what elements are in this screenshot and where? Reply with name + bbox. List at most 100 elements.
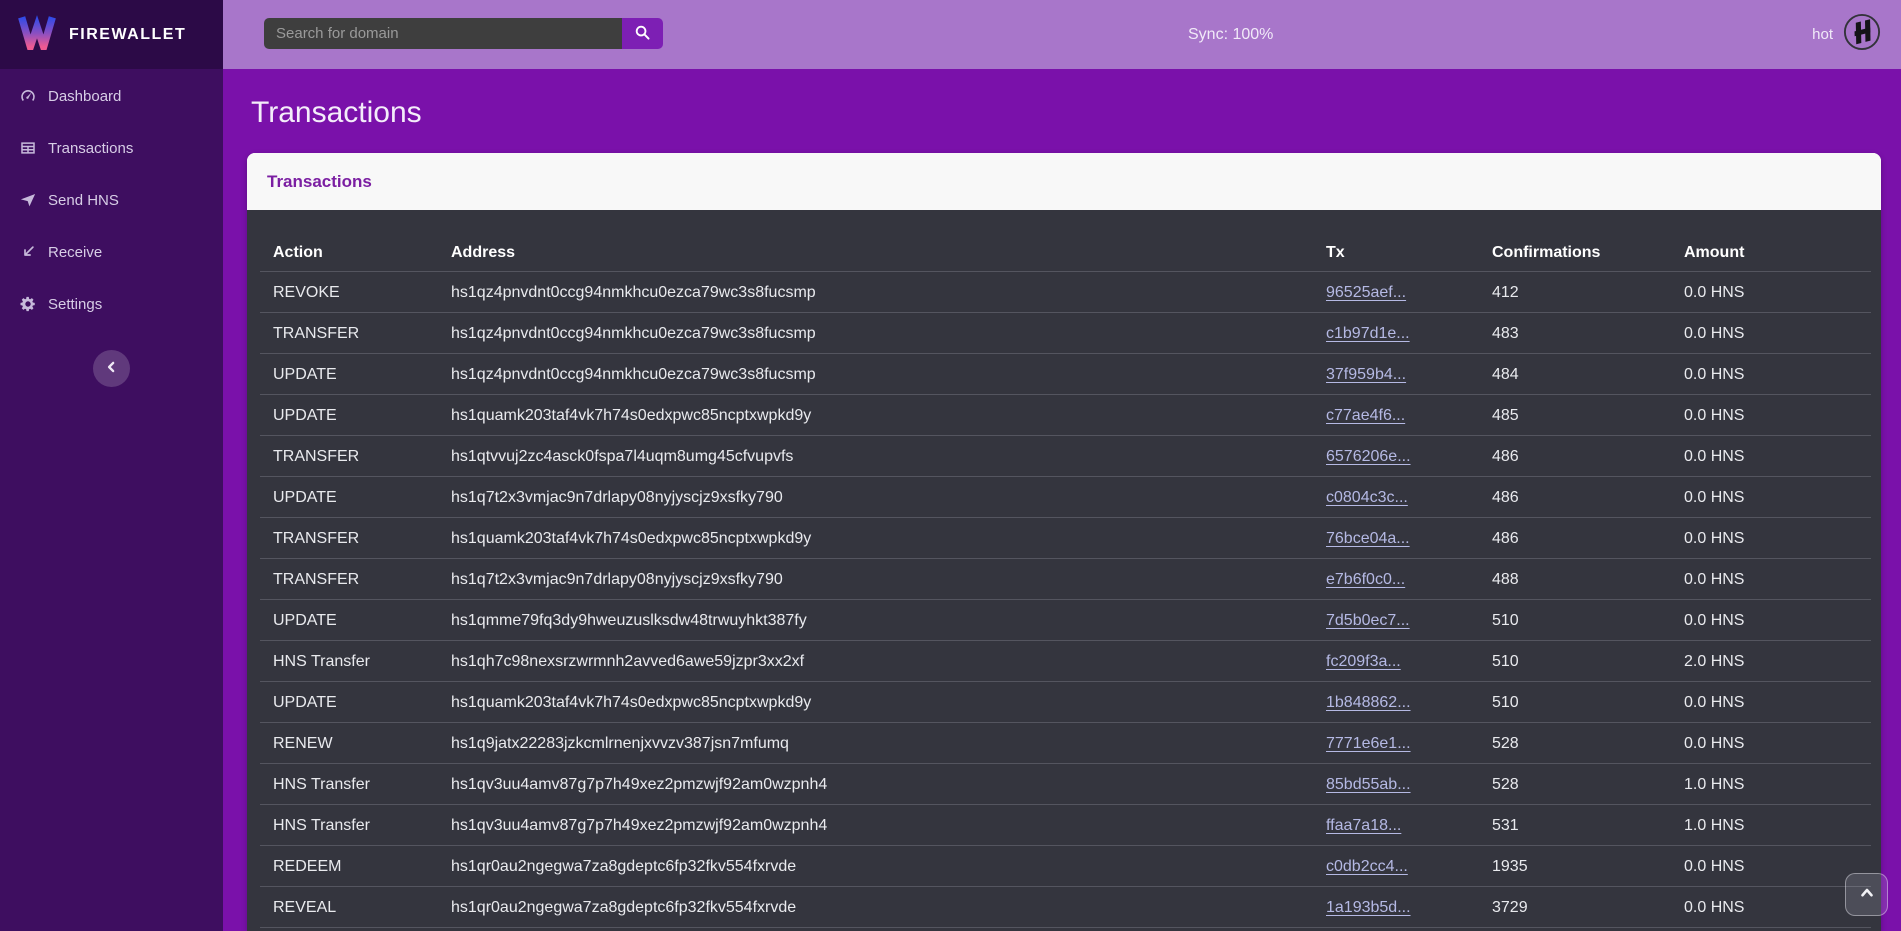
table-row: UPDATEhs1quamk203taf4vk7h74s0edxpwc85ncp… <box>247 682 1881 723</box>
tx-link[interactable]: c0804c3c... <box>1326 489 1408 506</box>
cell-amount: 0.0 HNS <box>1684 407 1881 425</box>
cell-confirmations: 510 <box>1492 612 1684 630</box>
cell-action: HNS Transfer <box>273 776 451 794</box>
cell-confirmations: 528 <box>1492 735 1684 753</box>
cell-address: hs1qr0au2ngegwa7za8gdeptc6fp32fkv554fxrv… <box>451 858 1326 876</box>
column-header: Address <box>451 244 1326 262</box>
cell-address: hs1quamk203taf4vk7h74s0edxpwc85ncptxwpkd… <box>451 694 1326 712</box>
tx-link[interactable]: 6576206e... <box>1326 448 1411 465</box>
table-row: UPDATEhs1qz4pnvdnt0ccg94nmkhcu0ezca79wc3… <box>247 354 1881 395</box>
cell-address: hs1qh7c98nexsrzwrmnh2avved6awe59jzpr3xx2… <box>451 653 1326 671</box>
column-header: Amount <box>1684 244 1881 262</box>
cell-action: REVOKE <box>273 284 451 302</box>
cell-address: hs1qv3uu4amv87g7p7h49xez2pmzwjf92am0wzpn… <box>451 776 1326 794</box>
cell-amount: 0.0 HNS <box>1684 571 1881 589</box>
brand: FIREWALLET <box>0 0 223 69</box>
card-title: Transactions <box>267 172 372 192</box>
cell-amount: 1.0 HNS <box>1684 776 1881 794</box>
cell-confirmations: 412 <box>1492 284 1684 302</box>
table-row: HNS Transferhs1qh7c98nexsrzwrmnh2avved6a… <box>247 641 1881 682</box>
tx-link[interactable]: 85bd55ab... <box>1326 776 1411 793</box>
sidebar-nav: DashboardTransactions Send HNS Receive Sett… <box>0 69 223 330</box>
table-row: UPDATEhs1quamk203taf4vk7h74s0edxpwc85ncp… <box>247 395 1881 436</box>
brand-name: FIREWALLET <box>69 26 186 44</box>
app-window: FIREWALLET DashboardTransactionsSend HNS… <box>0 0 1901 931</box>
cell-address: hs1q9jatx22283jzkcmlrnenjxvvzv387jsn7mfu… <box>451 735 1326 753</box>
cell-address: hs1qz4pnvdnt0ccg94nmkhcu0ezca79wc3s8fucs… <box>451 284 1326 302</box>
table-row: REVEALhs1qr0au2ngegwa7za8gdeptc6fp32fkv5… <box>247 887 1881 928</box>
tx-link[interactable]: c1b97d1e... <box>1326 325 1410 342</box>
tx-link[interactable]: 1b848862... <box>1326 694 1411 711</box>
tx-link[interactable]: c0db2cc4... <box>1326 858 1408 875</box>
sidebar-item-settings[interactable]: Settings <box>0 278 223 330</box>
wallet-cluster: hot <box>1812 0 1881 69</box>
cell-amount: 0.0 HNS <box>1684 366 1881 384</box>
cell-action: TRANSFER <box>273 571 451 589</box>
cell-amount: 0.0 HNS <box>1684 735 1881 753</box>
table-icon <box>18 139 37 158</box>
search-icon <box>634 24 651 44</box>
table-row: RENEWhs1q9jatx22283jzkcmlrnenjxvvzv387js… <box>247 723 1881 764</box>
card-header: Transactions <box>247 153 1881 210</box>
cell-action: HNS Transfer <box>273 653 451 671</box>
cell-amount: 0.0 HNS <box>1684 489 1881 507</box>
cell-action: TRANSFER <box>273 530 451 548</box>
scroll-to-top-button[interactable] <box>1845 873 1888 916</box>
table-row: UPDATEhs1q7t2x3vmjac9n7drlapy08nyjyscjz9… <box>247 477 1881 518</box>
wallet-name-label: hot <box>1812 26 1833 43</box>
cell-address: hs1q7t2x3vmjac9n7drlapy08nyjyscjz9xsfky7… <box>451 489 1326 507</box>
cell-confirmations: 484 <box>1492 366 1684 384</box>
cell-action: REDEEM <box>273 858 451 876</box>
tx-link[interactable]: c77ae4f6... <box>1326 407 1405 424</box>
firewallet-w-logo <box>17 14 57 55</box>
sidebar-item-dashboard[interactable]: Dashboard <box>0 70 223 122</box>
table-row: REDEEMhs1qr0au2ngegwa7za8gdeptc6fp32fkv5… <box>247 846 1881 887</box>
cell-amount: 0.0 HNS <box>1684 284 1881 302</box>
sidebar-collapse-button[interactable] <box>93 350 130 387</box>
sync-status: Sync: 100% <box>1188 0 1273 69</box>
cell-confirmations: 486 <box>1492 448 1684 466</box>
cell-confirmations: 528 <box>1492 776 1684 794</box>
transactions-table: ActionAddressTxConfirmationsAmount REVOK… <box>247 210 1881 931</box>
cell-action: UPDATE <box>273 407 451 425</box>
cell-amount: 1.0 HNS <box>1684 817 1881 835</box>
tx-link[interactable]: 76bce04a... <box>1326 530 1410 547</box>
cell-confirmations: 488 <box>1492 571 1684 589</box>
tx-link[interactable]: ffaa7a18... <box>1326 817 1401 834</box>
table-row: TRANSFERhs1q7t2x3vmjac9n7drlapy08nyjyscj… <box>247 559 1881 600</box>
sidebar-item-receive[interactable]: Receive <box>0 226 223 278</box>
cell-address: hs1qtvvuj2zc4asck0fspa7l4uqm8umg45cfvupv… <box>451 448 1326 466</box>
gauge-icon <box>18 87 37 106</box>
tx-link[interactable]: 96525aef... <box>1326 284 1406 301</box>
search-input[interactable] <box>264 18 622 49</box>
transactions-card: Transactions ActionAddressTxConfirmation… <box>247 153 1881 931</box>
cell-action: UPDATE <box>273 694 451 712</box>
tx-link[interactable]: e7b6f0c0... <box>1326 571 1405 588</box>
sidebar-item-send-hns[interactable]: Send HNS <box>0 174 223 226</box>
cell-confirmations: 510 <box>1492 653 1684 671</box>
domain-search <box>264 18 663 49</box>
sidebar-item-label: Send HNS <box>48 192 119 209</box>
table-row: TRANSFERhs1qtvvuj2zc4asck0fspa7l4uqm8umg… <box>247 436 1881 477</box>
tx-link[interactable]: 1a193b5d... <box>1326 899 1411 916</box>
tx-link[interactable]: 37f959b4... <box>1326 366 1406 383</box>
handshake-icon[interactable] <box>1843 13 1881 56</box>
receive-icon <box>18 243 37 262</box>
cell-amount: 2.0 HNS <box>1684 653 1881 671</box>
sidebar-item-label: Settings <box>48 296 102 313</box>
sidebar-item-transactions[interactable]: Transactions <box>0 122 223 174</box>
tx-link[interactable]: 7771e6e1... <box>1326 735 1411 752</box>
topbar: Sync: 100% hot <box>223 0 1901 69</box>
cell-action: HNS Transfer <box>273 817 451 835</box>
search-button[interactable] <box>622 18 663 49</box>
cell-amount: 0.0 HNS <box>1684 530 1881 548</box>
table-row: UPDATEhs1qmme79fq3dy9hweuzuslksdw48trwuy… <box>247 600 1881 641</box>
tx-link[interactable]: fc209f3a... <box>1326 653 1401 670</box>
cell-amount: 0.0 HNS <box>1684 612 1881 630</box>
gear-icon <box>18 295 37 314</box>
cell-address: hs1qv3uu4amv87g7p7h49xez2pmzwjf92am0wzpn… <box>451 817 1326 835</box>
cell-address: hs1qz4pnvdnt0ccg94nmkhcu0ezca79wc3s8fucs… <box>451 325 1326 343</box>
tx-link[interactable]: 7d5b0ec7... <box>1326 612 1410 629</box>
cell-amount: 0.0 HNS <box>1684 448 1881 466</box>
cell-action: UPDATE <box>273 366 451 384</box>
